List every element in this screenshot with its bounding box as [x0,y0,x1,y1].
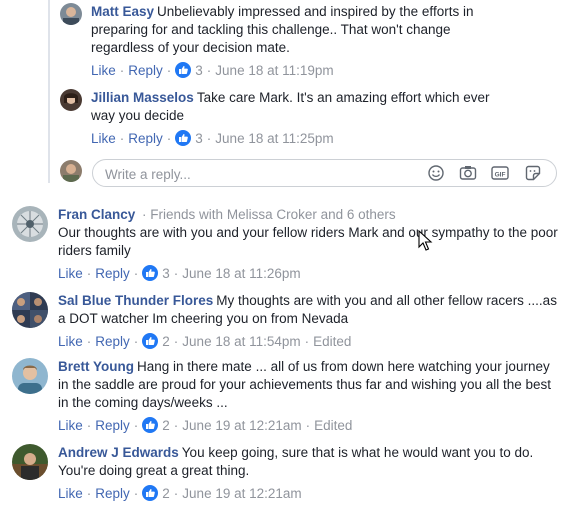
comment: Brett Young Hang in there mate ... all of… [12,358,558,433]
reaction-count[interactable]: 3 [195,63,203,78]
thumbs-up-icon[interactable] [142,333,159,349]
thumbs-up-icon[interactable] [142,265,159,281]
comment: Fran Clancy · Friends with Melissa Croke… [12,206,558,281]
separator: · [173,265,179,281]
thumbs-up-icon[interactable] [175,62,192,78]
emoji-icon[interactable] [427,164,445,182]
avatar[interactable] [12,358,48,394]
avatar[interactable] [12,206,48,242]
separator: · [206,130,212,146]
reply-link[interactable]: Reply [128,63,163,78]
reaction-count[interactable]: 3 [162,266,170,281]
camera-icon[interactable] [459,164,477,182]
reply-link[interactable]: Reply [95,266,130,281]
separator: · [119,62,125,78]
mutual-friends-text: · Friends with Melissa Croker and 6 othe… [142,207,396,222]
sticker-icon[interactable] [524,164,542,182]
reply-box[interactable]: GIF [92,159,557,187]
reply-comment: Jillian Masselos Take care Mark. It's an … [60,89,509,146]
comment: Sal Blue Thunder Flores My thoughts are w… [12,292,558,349]
reaction-count[interactable]: 2 [162,486,170,501]
thumbs-up-icon[interactable] [142,417,159,433]
current-user-avatar [60,160,82,182]
edited-label[interactable]: Edited [313,334,351,349]
comment-text: Our thoughts are with you and your fello… [58,225,558,258]
reaction-count[interactable]: 2 [162,334,170,349]
thumbs-up-icon[interactable] [175,130,192,146]
separator: · [173,333,179,349]
separator: · [133,417,139,433]
comment-author[interactable]: Andrew J Edwards [58,445,179,460]
timestamp[interactable]: June 19 at 12:21am [182,418,301,433]
thumbs-up-icon[interactable] [142,485,159,501]
timestamp[interactable]: June 18 at 11:25pm [215,131,333,146]
like-link[interactable]: Like [91,63,116,78]
separator: · [86,485,92,501]
reaction-count[interactable]: 3 [195,131,203,146]
separator: · [166,130,172,146]
avatar[interactable] [60,89,82,111]
reply-link[interactable]: Reply [128,131,163,146]
timestamp[interactable]: June 18 at 11:19pm [215,63,333,78]
like-link[interactable]: Like [91,131,116,146]
reply-thread-line [48,0,50,183]
comment-author[interactable]: Fran Clancy [58,207,135,222]
reply-comment: Matt Easy Unbelievably impressed and insp… [60,3,509,78]
separator: · [133,485,139,501]
like-link[interactable]: Like [58,334,83,349]
avatar[interactable] [60,3,82,25]
timestamp[interactable]: June 18 at 11:54pm [182,334,300,349]
separator: · [304,333,310,349]
separator: · [86,417,92,433]
reply-link[interactable]: Reply [95,418,130,433]
like-link[interactable]: Like [58,266,83,281]
gif-icon[interactable]: GIF [491,164,509,182]
comment: Andrew J Edwards You keep going, sure tha… [12,444,558,501]
reply-link[interactable]: Reply [95,486,130,501]
comment-author[interactable]: Brett Young [58,359,134,374]
avatar[interactable] [12,292,48,328]
svg-text:GIF: GIF [495,171,506,178]
comment-author[interactable]: Matt Easy [91,4,154,19]
separator: · [133,265,139,281]
separator: · [133,333,139,349]
mouse-pointer-icon [418,229,434,252]
avatar[interactable] [12,444,48,480]
separator: · [173,417,179,433]
reaction-count[interactable]: 2 [162,418,170,433]
separator: · [166,62,172,78]
separator: · [173,485,179,501]
like-link[interactable]: Like [58,486,83,501]
comment-author[interactable]: Sal Blue Thunder Flores [58,293,213,308]
like-link[interactable]: Like [58,418,83,433]
reply-link[interactable]: Reply [95,334,130,349]
edited-label[interactable]: Edited [314,418,352,433]
separator: · [86,265,92,281]
comment-author[interactable]: Jillian Masselos [91,90,194,105]
separator: · [119,130,125,146]
separator: · [86,333,92,349]
timestamp[interactable]: June 19 at 12:21am [182,486,301,501]
separator: · [305,417,311,433]
timestamp[interactable]: June 18 at 11:26pm [182,266,300,281]
reply-input[interactable] [103,163,407,185]
separator: · [206,62,212,78]
